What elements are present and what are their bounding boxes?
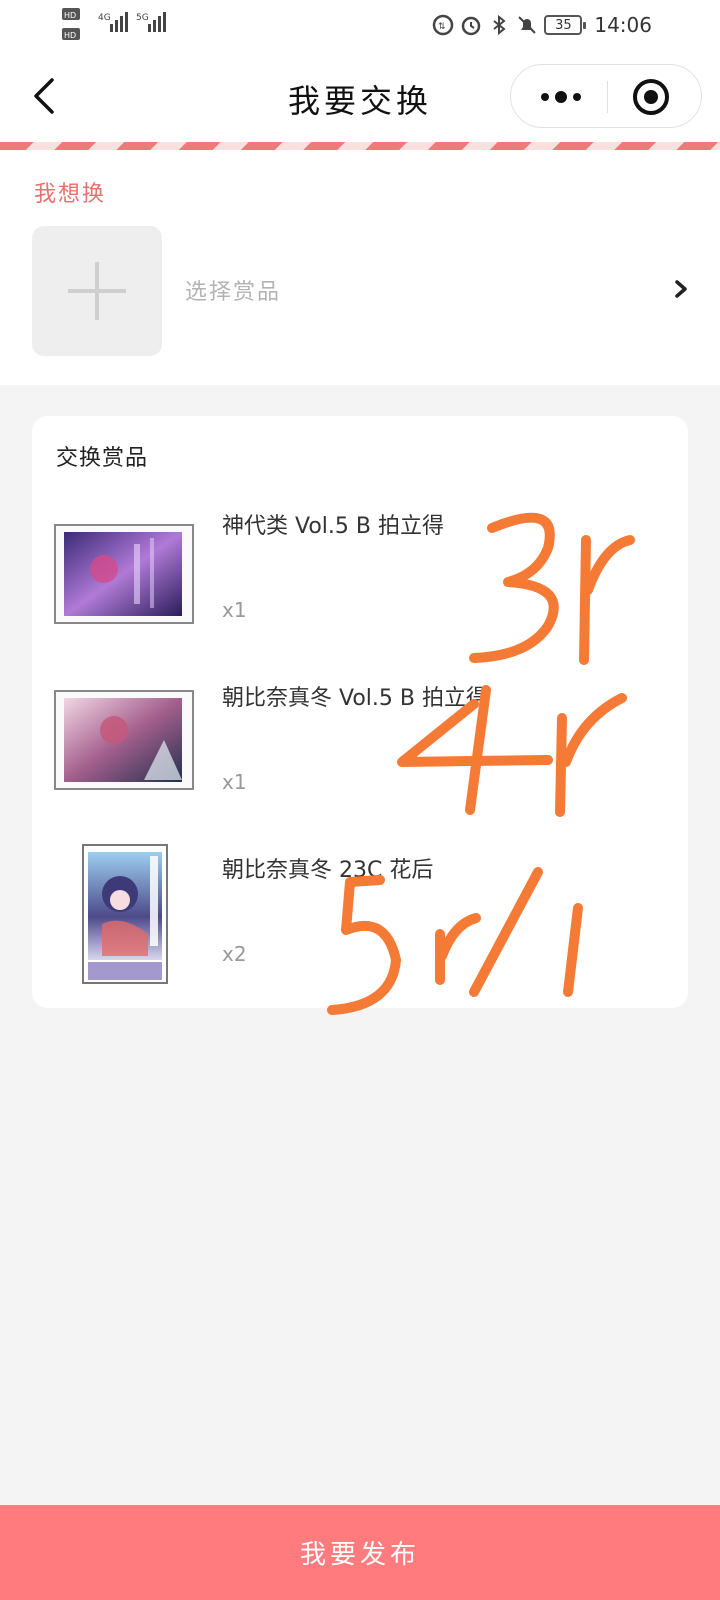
- alarm-icon: [460, 14, 482, 36]
- add-prize-button[interactable]: [32, 226, 162, 356]
- prize-thumbnail-polaroid: [54, 690, 194, 790]
- select-prize-placeholder[interactable]: 选择赏品: [185, 274, 281, 306]
- signal-icons: HD HD 4G 5G: [62, 8, 166, 40]
- battery-icon: 35: [544, 15, 587, 35]
- prize-item[interactable]: 朝比奈真冬 Vol.5 B 拍立得 x1: [32, 672, 688, 822]
- capsule-divider: [607, 81, 608, 113]
- prize-thumbnail-polaroid: [54, 524, 194, 624]
- status-bar: HD HD 4G 5G ⇅ 35 14:06: [0, 0, 720, 50]
- want-label: 我想换: [34, 182, 107, 207]
- prize-quantity: x1: [222, 770, 247, 794]
- prize-name: 神代类 Vol.5 B 拍立得: [222, 514, 444, 539]
- airmail-stripe-divider: [0, 142, 720, 150]
- publish-button[interactable]: 我要发布: [0, 1505, 720, 1600]
- prize-name: 朝比奈真冬 23C 花后: [222, 858, 434, 883]
- clock: 14:06: [594, 13, 652, 37]
- prize-item[interactable]: 朝比奈真冬 23C 花后 x2: [32, 844, 688, 994]
- chevron-right-icon[interactable]: [672, 278, 690, 300]
- svg-text:⇅: ⇅: [438, 22, 446, 32]
- more-dots-icon[interactable]: [535, 81, 587, 113]
- prize-item[interactable]: 神代类 Vol.5 B 拍立得 x1: [32, 500, 688, 650]
- mute-bell-icon: [516, 14, 538, 36]
- svg-text:4G: 4G: [98, 13, 111, 23]
- exchange-prizes-card: 交换赏品 神代类 Vol.5 B 拍立得 x1 朝比奈真冬 Vol.5 B 拍立…: [32, 416, 688, 1008]
- data-saver-icon: ⇅: [432, 14, 454, 36]
- svg-text:5G: 5G: [136, 13, 149, 23]
- prize-name: 朝比奈真冬 Vol.5 B 拍立得: [222, 686, 488, 711]
- prize-quantity: x2: [222, 942, 247, 966]
- plus-icon-vertical: [95, 262, 99, 320]
- prize-quantity: x1: [222, 598, 247, 622]
- mini-program-capsule: [510, 64, 702, 128]
- prize-thumbnail-card: [82, 844, 168, 984]
- target-close-icon[interactable]: [631, 77, 671, 117]
- want-section: 我想换 选择赏品: [0, 150, 720, 385]
- bluetooth-icon: [488, 14, 510, 36]
- nav-bar: 我要交换: [0, 50, 720, 142]
- card-title: 交换赏品: [56, 446, 149, 471]
- svg-text:HD: HD: [64, 31, 76, 40]
- svg-text:HD: HD: [64, 11, 76, 20]
